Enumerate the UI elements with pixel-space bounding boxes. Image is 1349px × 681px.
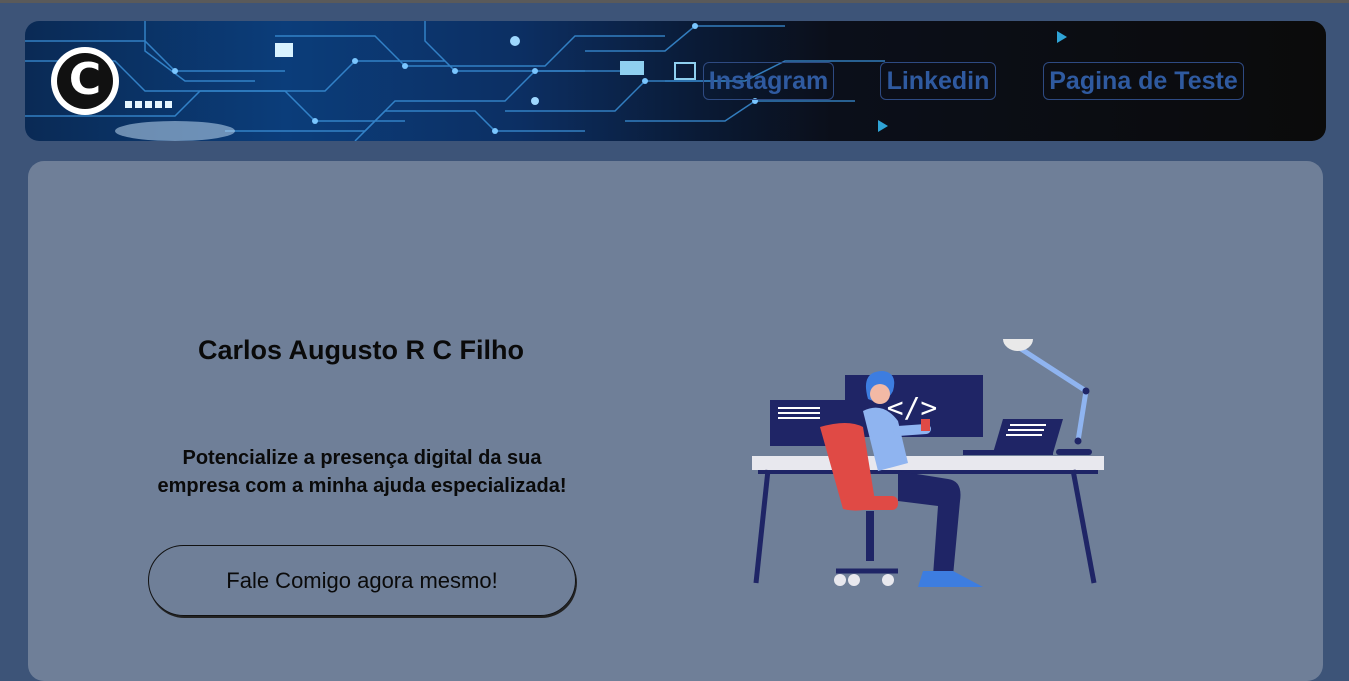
window-top-border — [0, 0, 1349, 3]
hero-tagline: Potencialize a presença digital da sua e… — [157, 447, 567, 497]
contact-button[interactable]: Fale Comigo agora mesmo! — [148, 545, 576, 616]
page-title: Carlos Augusto R C Filho — [198, 335, 524, 366]
nav-link-instagram[interactable]: Instagram — [703, 62, 834, 100]
logo-letter: C — [68, 54, 102, 105]
logo[interactable]: C — [51, 47, 119, 115]
nav-link-pagina-de-teste[interactable]: Pagina de Teste — [1043, 62, 1244, 100]
logo-mark: C — [57, 53, 113, 109]
nav-link-linkedin[interactable]: Linkedin — [880, 62, 996, 100]
developer-desk-illustration: </> — [752, 339, 1104, 587]
hero-card: Carlos Augusto R C Filho Potencialize a … — [28, 161, 1323, 681]
site-header: C Instagram Linkedin Pagina de Teste — [25, 21, 1326, 141]
